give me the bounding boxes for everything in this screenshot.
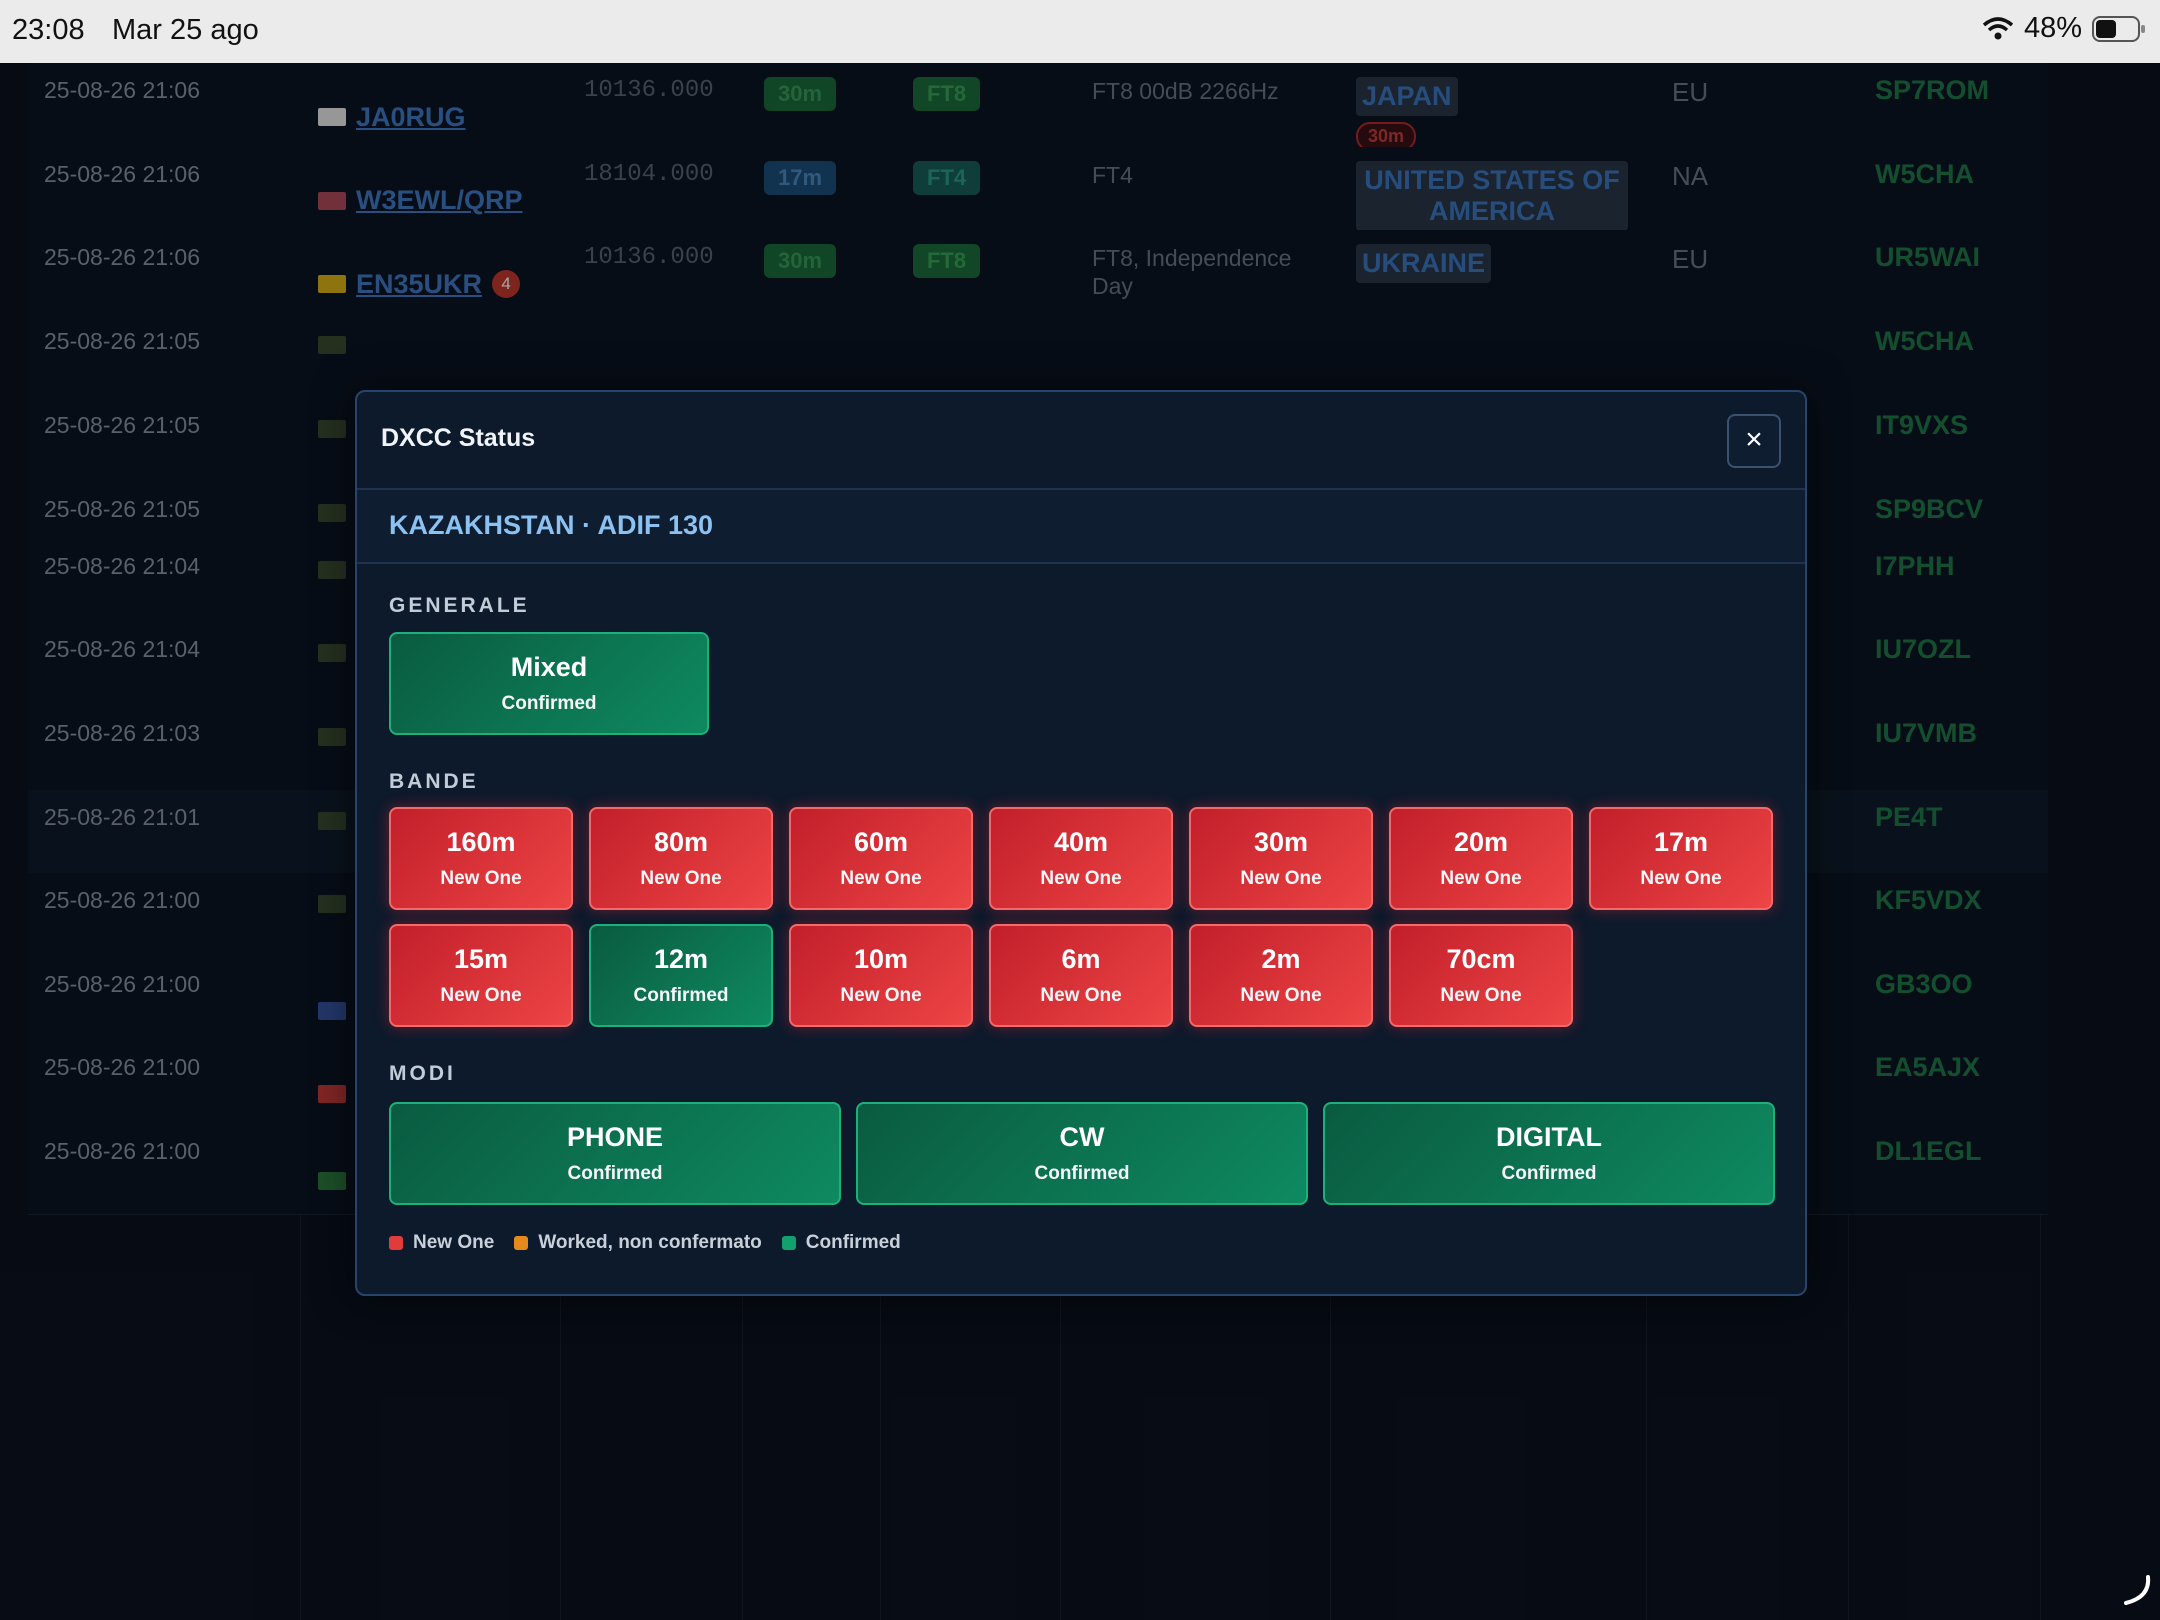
tile-status: New One [840, 868, 922, 889]
band-tile-6m[interactable]: 6m New One [989, 924, 1173, 1027]
tile-name: 10m [853, 944, 909, 974]
swatch-icon [389, 1236, 403, 1250]
tile-status: New One [840, 985, 922, 1006]
tile-status: New One [1240, 985, 1322, 1006]
band-tile-17m[interactable]: 17m New One [1589, 807, 1773, 910]
close-button[interactable]: × [1727, 414, 1781, 468]
battery-icon [2092, 15, 2146, 42]
tile-status: New One [640, 868, 722, 889]
tile-name: 40m [1053, 827, 1109, 857]
tile-status: New One [1240, 868, 1322, 889]
band-tile-15m[interactable]: 15m New One [389, 924, 573, 1027]
tile-status: New One [1440, 985, 1522, 1006]
legend-label: Confirmed [805, 1232, 901, 1253]
tile-status: Confirmed [1501, 1163, 1597, 1184]
modal-title: DXCC Status [381, 424, 536, 452]
section-bande: BANDE [389, 770, 479, 793]
band-tile-12m[interactable]: 12m Confirmed [589, 924, 773, 1027]
band-tile-80m[interactable]: 80m New One [589, 807, 773, 910]
loading-spinner-icon [2118, 1571, 2154, 1612]
country-header: KAZAKHSTAN · ADIF 130 [357, 490, 1805, 564]
mode-tile-phone[interactable]: PHONE Confirmed [389, 1102, 841, 1205]
mixed-tile[interactable]: Mixed Confirmed [389, 632, 709, 735]
tile-name: 60m [853, 827, 909, 857]
band-tile-70cm[interactable]: 70cm New One [1389, 924, 1573, 1027]
band-tile-2m[interactable]: 2m New One [1189, 924, 1373, 1027]
tile-name: Mixed [510, 652, 588, 682]
tile-status: New One [1640, 868, 1722, 889]
tile-status: New One [1440, 868, 1522, 889]
wifi-icon [1982, 16, 2014, 41]
legend-item-confirmed: Confirmed [781, 1232, 901, 1254]
battery-percent: 48% [2023, 12, 2082, 44]
tile-name: 12m [653, 944, 709, 974]
band-tile-10m[interactable]: 10m New One [789, 924, 973, 1027]
legend: New One Worked, non confermato Confirmed [389, 1232, 901, 1254]
tile-status: New One [1040, 868, 1122, 889]
tile-status: New One [440, 985, 522, 1006]
tile-status: New One [1040, 985, 1122, 1006]
country-title: KAZAKHSTAN · ADIF 130 [389, 510, 714, 540]
band-tile-60m[interactable]: 60m New One [789, 807, 973, 910]
tile-name: PHONE [566, 1122, 664, 1152]
tile-name: 15m [453, 944, 509, 974]
tile-name: 20m [1453, 827, 1509, 857]
tile-status: Confirmed [633, 985, 729, 1006]
mode-tile-cw[interactable]: CW Confirmed [856, 1102, 1308, 1205]
tile-name: CW [1059, 1122, 1105, 1152]
mode-tile-digital[interactable]: DIGITAL Confirmed [1323, 1102, 1775, 1205]
tile-name: 6m [1061, 944, 1101, 974]
tile-name: DIGITAL [1496, 1122, 1602, 1152]
tile-status: Confirmed [567, 1163, 663, 1184]
status-bar: 23:08 Mar 25 ago 48% [0, 0, 2160, 63]
tile-name: 17m [1653, 827, 1709, 857]
legend-item-new-one: New One [389, 1232, 494, 1254]
legend-item-worked: Worked, non confermato [514, 1232, 762, 1254]
band-tile-160m[interactable]: 160m New One [389, 807, 573, 910]
dxcc-status-modal: DXCC Status × KAZAKHSTAN · ADIF 130 GENE… [355, 390, 1807, 1296]
tile-name: 2m [1261, 944, 1301, 974]
clock: 23:08 [12, 14, 85, 46]
date-label: Mar 25 ago [112, 14, 259, 46]
tile-name: 30m [1253, 827, 1309, 857]
tile-status: Confirmed [501, 693, 597, 714]
section-modi: MODI [389, 1062, 456, 1085]
tile-status: Confirmed [1034, 1163, 1130, 1184]
section-generale: GENERALE [389, 594, 530, 617]
swatch-icon [514, 1236, 529, 1250]
band-tile-40m[interactable]: 40m New One [989, 807, 1173, 910]
status-indicators: 48% [1982, 12, 2146, 45]
tile-name: 160m [446, 827, 516, 857]
tile-name: 70cm [1446, 944, 1516, 974]
legend-label: New One [413, 1232, 495, 1253]
tile-name: 80m [653, 827, 709, 857]
legend-label: Worked, non confermato [538, 1232, 762, 1253]
band-tile-20m[interactable]: 20m New One [1389, 807, 1573, 910]
tile-status: New One [440, 868, 522, 889]
band-tile-30m[interactable]: 30m New One [1189, 807, 1373, 910]
modal-header: DXCC Status × [357, 392, 1805, 490]
swatch-icon [781, 1236, 796, 1250]
